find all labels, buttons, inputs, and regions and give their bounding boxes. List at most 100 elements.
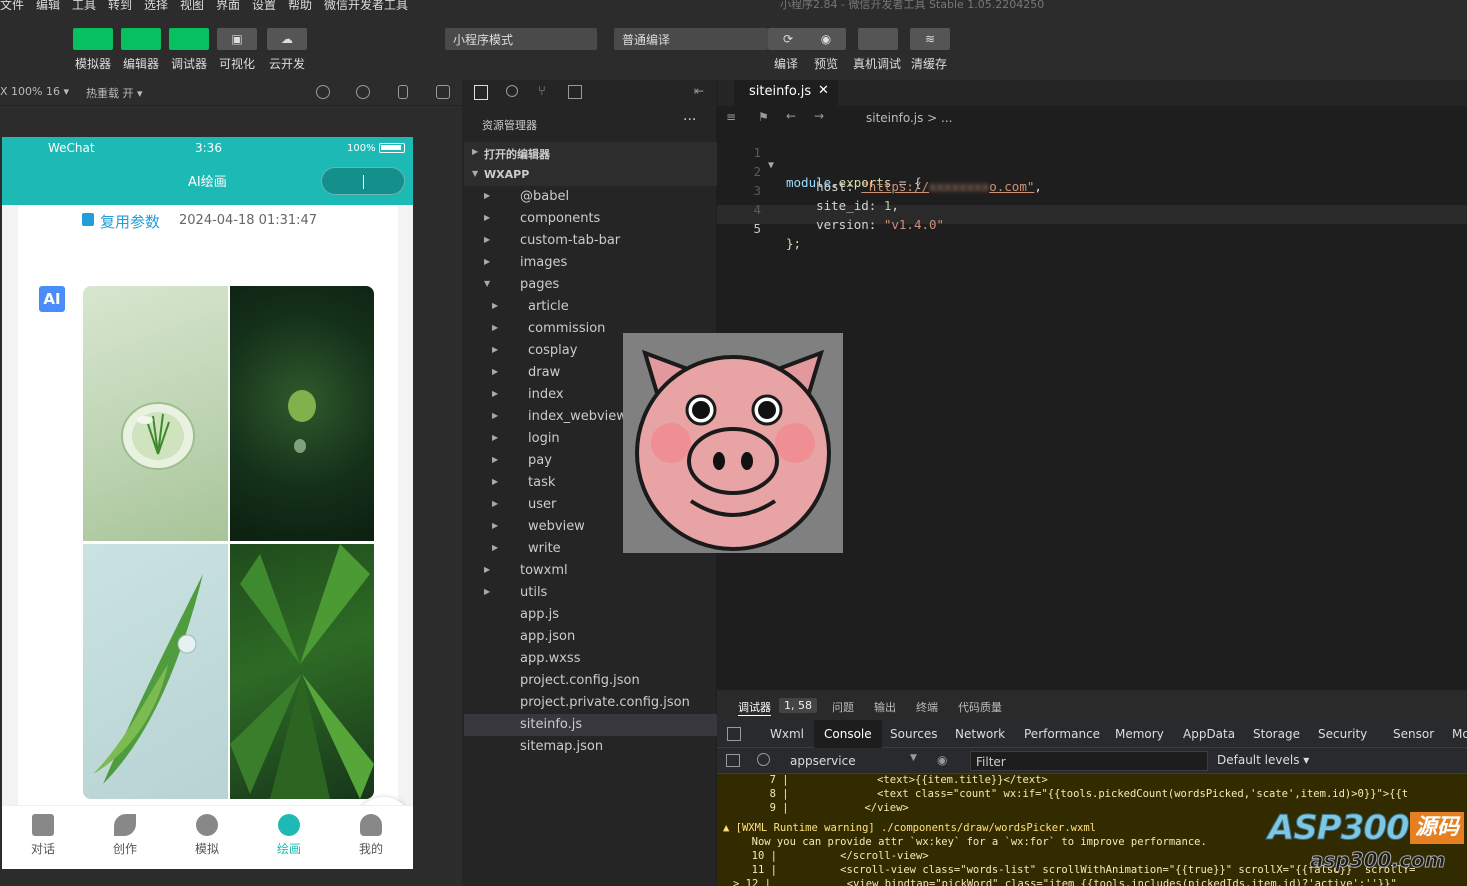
tab-storage[interactable]: Storage: [1253, 727, 1300, 741]
forward-arrow-icon[interactable]: →: [814, 109, 824, 123]
tree-file[interactable]: siteinfo.js: [464, 714, 717, 736]
phone-icon[interactable]: [398, 85, 408, 99]
eye-icon[interactable]: ◉: [937, 753, 947, 767]
mode-select[interactable]: 小程序模式: [445, 28, 597, 50]
close-icon[interactable]: ✕: [818, 83, 829, 98]
rotate-icon[interactable]: [316, 85, 330, 99]
tree-folder[interactable]: ▶ @babel: [464, 186, 717, 208]
result-image-moss[interactable]: [230, 286, 374, 541]
compile-button[interactable]: ⟳: [768, 28, 808, 50]
open-editors-section[interactable]: ▶ 打开的编辑器: [464, 142, 717, 164]
result-image-droplet[interactable]: [83, 286, 228, 541]
tree-file[interactable]: sitemap.json: [464, 736, 717, 758]
files-icon[interactable]: [474, 85, 488, 100]
tree-item-label: sitemap.json: [520, 739, 604, 754]
clear-cache-button[interactable]: ≋: [910, 28, 950, 50]
tab-console[interactable]: Console: [814, 720, 882, 748]
code-line[interactable]: 4 version: "v1.4.0": [717, 187, 1467, 232]
source-control-icon[interactable]: ⑂: [538, 84, 546, 99]
sidebar-toggle-icon[interactable]: [726, 754, 740, 767]
cloud-button[interactable]: ☁: [267, 28, 307, 50]
extensions-icon[interactable]: [568, 85, 582, 99]
tab-performance[interactable]: Performance: [1024, 727, 1100, 741]
inspect-icon[interactable]: [727, 727, 741, 741]
chevron-right-icon: ▶: [492, 367, 499, 376]
compile-select[interactable]: 普通编译: [614, 28, 768, 50]
tab-chat[interactable]: 对话: [13, 812, 73, 857]
hotreload-select[interactable]: 热重载 开 ▾: [86, 85, 143, 101]
tab-code-quality[interactable]: 代码质量: [958, 699, 1002, 715]
reuse-params-link[interactable]: 复用参数: [100, 211, 160, 232]
tree-folder[interactable]: ▶ custom-tab-bar: [464, 230, 717, 252]
tree-folder[interactable]: ▶ towxml: [464, 560, 717, 582]
tree-item-label: utils: [520, 585, 548, 600]
menu-tools[interactable]: 工具: [72, 0, 96, 10]
tree-folder[interactable]: ▶ images: [464, 252, 717, 274]
clear-console-icon[interactable]: [757, 753, 770, 766]
visual-button[interactable]: ▣: [217, 28, 257, 50]
back-arrow-icon[interactable]: ←: [786, 109, 796, 123]
tab-terminal[interactable]: 终端: [916, 699, 938, 715]
menu-select[interactable]: 选择: [144, 0, 168, 10]
tab-memory[interactable]: Memory: [1115, 727, 1164, 741]
capsule-button[interactable]: [321, 167, 405, 195]
menu-goto[interactable]: 转到: [108, 0, 132, 10]
levels-select[interactable]: Default levels ▾: [1217, 753, 1309, 767]
tree-folder[interactable]: ▶ utils: [464, 582, 717, 604]
tab-debugger[interactable]: 调试器: [738, 699, 771, 716]
editor-toggle-button[interactable]: [121, 28, 161, 50]
tree-folder[interactable]: ▼ pages: [464, 274, 717, 296]
editor-tab-siteinfo[interactable]: siteinfo.js ✕: [734, 80, 838, 106]
collapse-panel-icon[interactable]: ⇤: [694, 84, 704, 98]
preview-button[interactable]: ◉: [806, 28, 846, 50]
tab-me[interactable]: 我的: [341, 812, 401, 857]
tab-create[interactable]: 创作: [95, 812, 155, 857]
debugger-toggle-button[interactable]: [169, 28, 209, 50]
tab-network[interactable]: Network: [955, 727, 1005, 741]
menu-help[interactable]: 帮助: [288, 0, 312, 10]
tab-more[interactable]: Mo: [1452, 727, 1467, 741]
tree-file[interactable]: project.config.json: [464, 670, 717, 692]
tree-file[interactable]: app.js: [464, 604, 717, 626]
code-line[interactable]: 5 };: [717, 206, 1467, 251]
tree-file[interactable]: project.private.config.json: [464, 692, 717, 714]
menu-view[interactable]: 视图: [180, 0, 204, 10]
search-icon[interactable]: [506, 85, 518, 97]
more-icon[interactable]: ···: [683, 112, 696, 128]
menu-devtools[interactable]: 微信开发者工具: [324, 0, 408, 10]
record-icon[interactable]: [356, 85, 370, 99]
code-line[interactable]: 3 site_id: 1,: [717, 168, 1467, 213]
real-device-button[interactable]: [858, 28, 898, 50]
bookmark-icon[interactable]: ⚑: [758, 110, 769, 124]
console-warning[interactable]: ▲ [WXML Runtime warning] ./components/dr…: [723, 822, 1096, 836]
code-line[interactable]: 1 ▼ module.exports = {: [717, 130, 1467, 190]
context-select[interactable]: appservice: [790, 754, 856, 768]
device-select[interactable]: X 100% 16 ▾: [0, 85, 69, 98]
menu-file[interactable]: 文件: [0, 0, 24, 10]
tab-problems[interactable]: 问题: [832, 699, 854, 715]
tree-folder[interactable]: ▶ article: [464, 296, 717, 318]
tab-output[interactable]: 输出: [874, 699, 896, 715]
simulator-toggle-button[interactable]: [73, 28, 113, 50]
tab-sources[interactable]: Sources: [890, 727, 937, 741]
tab-appdata[interactable]: AppData: [1183, 727, 1235, 741]
tab-draw[interactable]: 绘画: [259, 812, 319, 857]
menu-settings[interactable]: 设置: [252, 0, 276, 10]
tree-folder[interactable]: ▶ components: [464, 208, 717, 230]
result-image-leaf[interactable]: [83, 544, 228, 799]
project-section[interactable]: ▼ WXAPP: [464, 164, 717, 186]
menu-interface[interactable]: 界面: [216, 0, 240, 10]
tab-sensor[interactable]: Sensor: [1393, 727, 1434, 741]
tab-wxml[interactable]: Wxml: [770, 727, 804, 741]
code-line[interactable]: 2 host: "https://xxxxxxxxo.com",: [717, 149, 1467, 194]
tree-file[interactable]: app.json: [464, 626, 717, 648]
popout-icon[interactable]: [436, 85, 450, 99]
menu-edit[interactable]: 编辑: [36, 0, 60, 10]
tab-simulate[interactable]: 模拟: [177, 812, 237, 857]
result-image-foliage[interactable]: [230, 544, 374, 799]
tab-security[interactable]: Security: [1318, 727, 1367, 741]
breadcrumb[interactable]: siteinfo.js > ...: [866, 111, 953, 125]
filter-input[interactable]: Filter: [970, 751, 1208, 771]
list-icon[interactable]: ≡: [726, 110, 736, 124]
tree-file[interactable]: app.wxss: [464, 648, 717, 670]
